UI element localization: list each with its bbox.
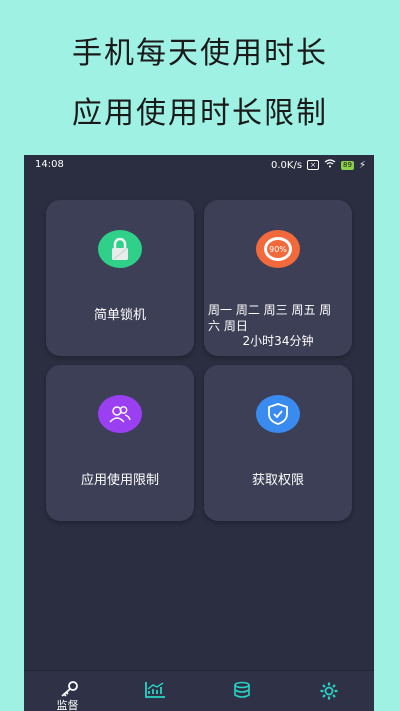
card-app-usage-limit-label: 应用使用限制 bbox=[80, 473, 159, 488]
database-icon bbox=[233, 681, 250, 698]
headline-line-2: 应用使用时长限制 bbox=[72, 96, 328, 131]
headline-line-1: 手机每天使用时长 bbox=[72, 36, 328, 71]
status-indicators: 0.0K/s × 89 ⚡ bbox=[271, 159, 366, 171]
lock-icon bbox=[98, 230, 142, 268]
nav-data[interactable] bbox=[198, 671, 285, 711]
charging-icon: ⚡ bbox=[358, 159, 366, 171]
card-simple-lock[interactable]: 简单锁机 bbox=[46, 200, 194, 356]
card-get-permission-label: 获取权限 bbox=[251, 473, 304, 488]
nav-settings[interactable] bbox=[285, 671, 372, 711]
wifi-icon bbox=[324, 159, 336, 171]
phone-screen: 14:08 0.0K/s × 89 ⚡ 简单锁机 90% 周一 周二 周三 周五… bbox=[24, 155, 374, 711]
status-bar: 14:08 0.0K/s × 89 ⚡ bbox=[24, 155, 374, 175]
progress-percent: 90% bbox=[269, 245, 287, 254]
users-icon bbox=[98, 395, 142, 433]
nav-supervise-label: 监督 bbox=[56, 699, 79, 711]
chart-icon bbox=[144, 682, 165, 698]
nav-statistics[interactable] bbox=[111, 671, 198, 711]
sim-off-icon: × bbox=[307, 160, 320, 170]
card-daily-usage[interactable]: 90% 周一 周二 周三 周五 周六 周日 2小时34分钟 bbox=[204, 200, 352, 356]
card-days-label: 周一 周二 周三 周五 周六 周日 bbox=[208, 303, 332, 333]
card-usage-time: 2小时34分钟 bbox=[242, 334, 314, 348]
shield-check-icon bbox=[256, 395, 300, 433]
card-simple-lock-label: 简单锁机 bbox=[93, 308, 146, 323]
gear-icon bbox=[320, 682, 337, 700]
bottom-nav: 监督 bbox=[24, 670, 374, 711]
card-get-permission[interactable]: 获取权限 bbox=[204, 365, 352, 521]
nav-supervise[interactable]: 监督 bbox=[24, 671, 111, 711]
battery-icon: 89 bbox=[341, 160, 354, 170]
progress-ring-icon: 90% bbox=[256, 230, 300, 268]
key-icon bbox=[60, 681, 78, 697]
card-app-usage-limit[interactable]: 应用使用限制 bbox=[46, 365, 194, 521]
status-time: 14:08 bbox=[35, 159, 64, 170]
network-speed: 0.0K/s bbox=[271, 159, 303, 171]
